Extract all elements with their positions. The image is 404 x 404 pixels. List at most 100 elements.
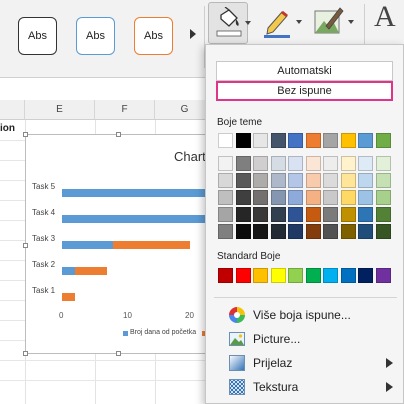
bar-task-1-series-1[interactable] xyxy=(62,293,75,301)
theme-shade-swatch[interactable] xyxy=(288,224,303,239)
texture-item[interactable]: Tekstura xyxy=(206,376,404,398)
bar-task-5-series-0[interactable] xyxy=(62,189,214,197)
theme-shade-swatch[interactable] xyxy=(358,173,373,188)
theme-shade-swatch[interactable] xyxy=(270,156,286,171)
bar-task-2-series-1[interactable] xyxy=(74,267,107,275)
theme-shade-swatch[interactable] xyxy=(358,156,373,171)
theme-color-swatch[interactable] xyxy=(340,133,356,148)
column-header-f[interactable]: F xyxy=(95,100,155,120)
theme-color-swatch[interactable] xyxy=(235,133,251,148)
bar-task-3-series-0[interactable] xyxy=(62,241,114,249)
standard-color-swatch[interactable] xyxy=(235,268,251,283)
theme-shade-swatch[interactable] xyxy=(288,173,303,188)
theme-color-swatch[interactable] xyxy=(253,133,268,148)
column-header-e[interactable]: E xyxy=(25,100,95,120)
bar-task-2-series-0[interactable] xyxy=(62,267,75,275)
theme-color-swatch[interactable] xyxy=(375,133,391,148)
theme-shade-swatch[interactable] xyxy=(340,190,356,205)
theme-shade-swatch[interactable] xyxy=(235,156,251,171)
more-styles-arrow-icon[interactable] xyxy=(190,29,196,39)
theme-color-swatch[interactable] xyxy=(305,133,321,148)
theme-shade-swatch[interactable] xyxy=(375,224,391,239)
effects-caret-icon[interactable] xyxy=(348,20,354,24)
theme-shade-swatch[interactable] xyxy=(305,224,321,239)
theme-shade-swatch[interactable] xyxy=(305,190,321,205)
theme-shade-swatch[interactable] xyxy=(253,207,268,222)
shape-style-black[interactable]: Abs xyxy=(18,17,57,55)
theme-shade-swatch[interactable] xyxy=(375,156,391,171)
standard-color-swatch[interactable] xyxy=(270,268,286,283)
theme-color-swatch[interactable] xyxy=(270,133,286,148)
standard-color-swatch[interactable] xyxy=(253,268,268,283)
theme-shade-swatch[interactable] xyxy=(305,207,321,222)
pencil-outline-icon[interactable] xyxy=(262,6,292,38)
theme-shade-swatch[interactable] xyxy=(288,207,303,222)
theme-shade-swatch[interactable] xyxy=(305,173,321,188)
theme-shade-swatch[interactable] xyxy=(375,207,391,222)
resize-handle[interactable] xyxy=(116,351,121,356)
theme-shade-swatch[interactable] xyxy=(323,190,338,205)
theme-shade-swatch[interactable] xyxy=(235,190,251,205)
shape-style-orange[interactable]: Abs xyxy=(134,17,173,55)
theme-shade-swatch[interactable] xyxy=(358,224,373,239)
standard-color-swatch[interactable] xyxy=(358,268,373,283)
resize-handle[interactable] xyxy=(116,132,121,137)
theme-shade-swatch[interactable] xyxy=(235,224,251,239)
theme-shade-swatch[interactable] xyxy=(218,224,233,239)
picture-item[interactable]: Picture... xyxy=(206,328,404,350)
automatic-button[interactable]: Automatski xyxy=(216,61,393,81)
shape-effects-icon[interactable] xyxy=(312,6,344,38)
text-style-icon[interactable]: A xyxy=(374,0,396,34)
theme-shade-swatch[interactable] xyxy=(235,173,251,188)
theme-shade-swatch[interactable] xyxy=(218,207,233,222)
theme-shade-swatch[interactable] xyxy=(340,173,356,188)
theme-color-swatch[interactable] xyxy=(358,133,373,148)
standard-color-swatch[interactable] xyxy=(288,268,303,283)
resize-handle[interactable] xyxy=(23,351,28,356)
standard-color-swatch[interactable] xyxy=(340,268,356,283)
theme-shade-swatch[interactable] xyxy=(218,173,233,188)
gradient-item[interactable]: Prijelaz xyxy=(206,352,404,374)
no-fill-button[interactable]: Bez ispune xyxy=(216,81,393,101)
theme-shade-swatch[interactable] xyxy=(253,224,268,239)
theme-shade-swatch[interactable] xyxy=(323,224,338,239)
theme-shade-swatch[interactable] xyxy=(340,224,356,239)
shape-fill-button[interactable] xyxy=(208,2,251,44)
theme-color-swatch[interactable] xyxy=(323,133,338,148)
theme-shade-swatch[interactable] xyxy=(288,190,303,205)
theme-shade-swatch[interactable] xyxy=(270,207,286,222)
theme-shade-swatch[interactable] xyxy=(323,156,338,171)
theme-shade-swatch[interactable] xyxy=(375,190,391,205)
theme-shade-swatch[interactable] xyxy=(323,173,338,188)
theme-shade-swatch[interactable] xyxy=(253,156,268,171)
theme-shade-swatch[interactable] xyxy=(305,156,321,171)
gantt-chart[interactable]: Chart Task 5 Task 4 Task 3 Task 2 Task 1… xyxy=(23,132,215,356)
standard-color-swatch[interactable] xyxy=(218,268,233,283)
theme-shade-swatch[interactable] xyxy=(253,173,268,188)
standard-color-swatch[interactable] xyxy=(305,268,321,283)
resize-handle[interactable] xyxy=(23,243,28,248)
theme-shade-swatch[interactable] xyxy=(235,207,251,222)
theme-color-swatch[interactable] xyxy=(218,133,233,148)
outline-caret-icon[interactable] xyxy=(296,20,302,24)
bar-task-4-series-0[interactable] xyxy=(62,215,214,223)
theme-shade-swatch[interactable] xyxy=(270,224,286,239)
standard-color-swatch[interactable] xyxy=(375,268,391,283)
theme-shade-swatch[interactable] xyxy=(375,173,391,188)
chart-title[interactable]: Chart xyxy=(174,149,206,164)
resize-handle[interactable] xyxy=(23,132,28,137)
theme-shade-swatch[interactable] xyxy=(270,190,286,205)
theme-shade-swatch[interactable] xyxy=(218,190,233,205)
shape-style-blue[interactable]: Abs xyxy=(76,17,115,55)
bar-task-3-series-1[interactable] xyxy=(113,241,190,249)
theme-shade-swatch[interactable] xyxy=(340,207,356,222)
theme-shade-swatch[interactable] xyxy=(253,190,268,205)
more-fill-colors-item[interactable]: Više boja ispune... xyxy=(206,304,404,326)
theme-shade-swatch[interactable] xyxy=(358,207,373,222)
theme-shade-swatch[interactable] xyxy=(288,156,303,171)
theme-shade-swatch[interactable] xyxy=(323,207,338,222)
theme-shade-swatch[interactable] xyxy=(340,156,356,171)
standard-color-swatch[interactable] xyxy=(323,268,338,283)
theme-color-swatch[interactable] xyxy=(288,133,303,148)
theme-shade-swatch[interactable] xyxy=(358,190,373,205)
